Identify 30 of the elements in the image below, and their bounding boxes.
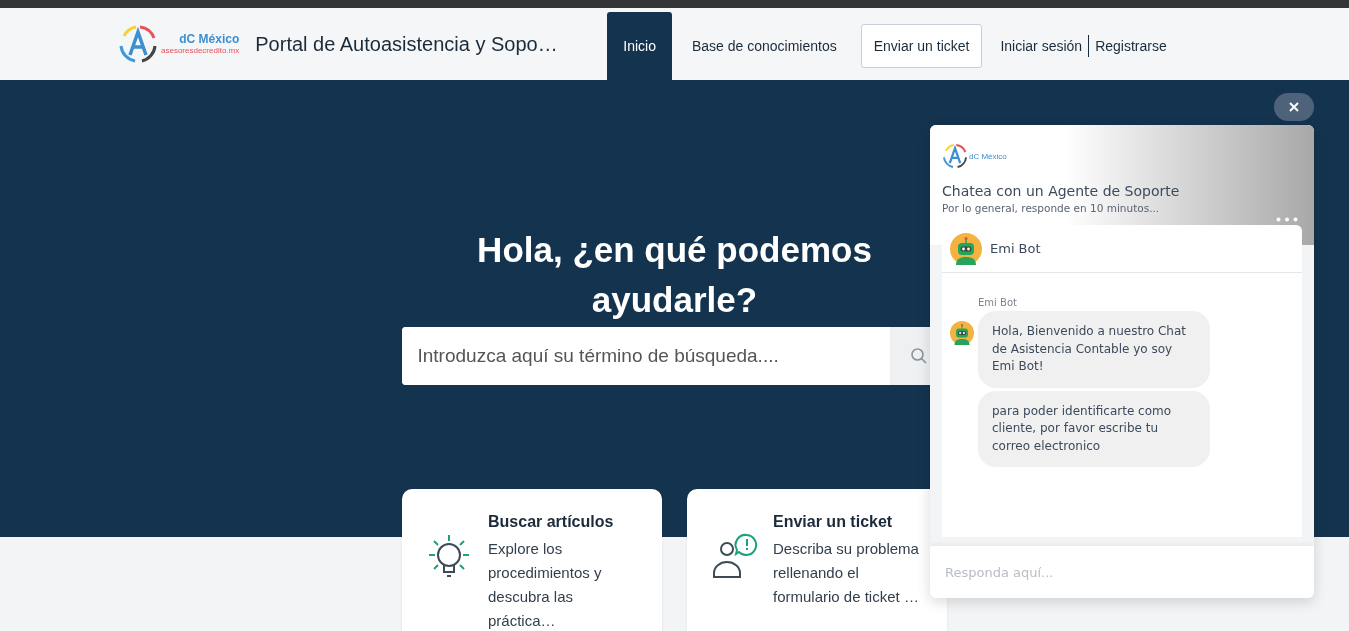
logo-icon bbox=[118, 24, 158, 64]
agent-name: Emi Bot bbox=[990, 241, 1041, 256]
feature-card[interactable]: Buscar artículos Explore los procedimientos y descubra las práctica… bbox=[402, 489, 662, 631]
message-bubble: Hola, Bienvenido a nuestro Chat de Asistencia Contable yo soy Emi Bot! bbox=[978, 311, 1210, 388]
chat-subtitle: Por lo general, responde en 10 minutos... bbox=[942, 202, 1161, 214]
logo-icon bbox=[942, 143, 968, 169]
feature-card[interactable]: Enviar un ticket Describa su problema rellenando el formulario de ticket … bbox=[687, 489, 947, 631]
nav-link[interactable]: Iniciar sesión bbox=[998, 38, 1085, 54]
logo-name: dC México bbox=[179, 33, 240, 46]
chat-title: Chatea con un Agente de Soporte bbox=[942, 183, 1181, 199]
card-title: Enviar un ticket bbox=[773, 513, 894, 531]
more-icon[interactable] bbox=[1276, 217, 1298, 222]
site-title[interactable]: Portal de Autoasistencia y Sopo… bbox=[255, 32, 608, 56]
sender-name: Emi Bot bbox=[978, 297, 1018, 308]
card-title: Buscar artículos bbox=[488, 513, 615, 531]
nav-button[interactable]: Enviar un ticket bbox=[860, 24, 983, 68]
close-icon bbox=[1289, 102, 1299, 112]
search-icon bbox=[909, 347, 928, 365]
reply-field[interactable]: Responda aquí... bbox=[930, 546, 1314, 598]
card-description: Describa su problema rellenando el formulario de ticket … bbox=[773, 539, 920, 607]
robot-avatar-icon bbox=[950, 232, 982, 265]
nav-tab[interactable]: Inicio bbox=[607, 12, 672, 80]
card-description: Explore los procedimientos y descubra las práctica… bbox=[488, 539, 603, 631]
logo-name: dC México bbox=[969, 151, 1007, 161]
robot-avatar-icon bbox=[950, 321, 974, 345]
nav-link[interactable]: Registrarse bbox=[1093, 38, 1169, 54]
logo-tagline: asesoresdecredito.mx bbox=[161, 46, 240, 55]
nav-tab[interactable]: Base de conocimientos bbox=[679, 12, 849, 80]
hero-heading: Hola, ¿en qué podemos ayudarle? bbox=[476, 229, 873, 321]
message-bubble: para poder identificarte como cliente, por favor escribe tu correo electronico bbox=[978, 390, 1210, 467]
